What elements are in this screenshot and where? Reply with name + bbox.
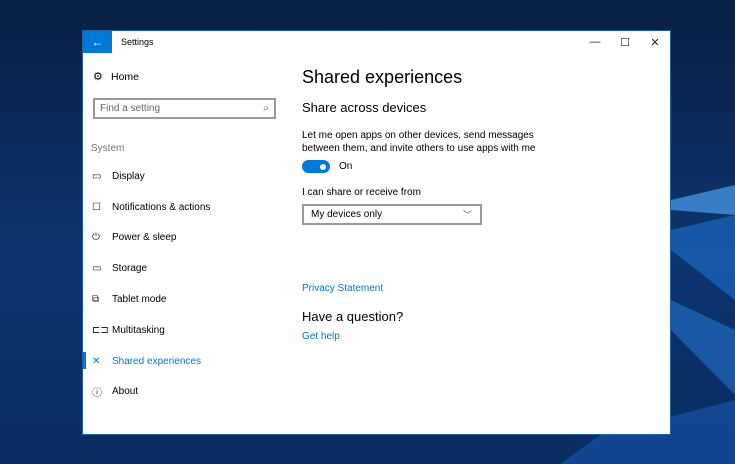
title-bar: ← Settings — ☐ ✕: [83, 31, 670, 53]
sidebar-item-multitasking[interactable]: ⊏⊐ Multitasking: [83, 315, 293, 346]
item-label: About: [112, 386, 139, 398]
sidebar-item-about[interactable]: ⓘ About: [83, 377, 293, 408]
nav-list: ▭ Display ☐ Notifications & actions ⏻ Power…: [83, 161, 293, 407]
toggle-state: On: [339, 161, 353, 172]
drive-icon: ▭: [92, 263, 102, 275]
home-link[interactable]: ⚙ Home: [93, 70, 140, 84]
section-title: Share across devices: [302, 100, 427, 115]
item-label: Tablet mode: [112, 294, 167, 306]
sidebar-item-display[interactable]: ▭ Display: [83, 161, 293, 192]
share-label: I can share or receive from: [302, 187, 421, 198]
item-label: Notifications & actions: [112, 201, 211, 213]
search-icon: ⌕: [263, 103, 269, 114]
sidebar-item-notifications[interactable]: ☐ Notifications & actions: [83, 192, 293, 223]
multitask-icon: ⊏⊐: [92, 324, 109, 336]
search-placeholder: Find a setting: [100, 103, 161, 114]
sidebar-item-shared-experiences[interactable]: ✕ Shared experiences: [83, 346, 293, 377]
search-input[interactable]: Find a setting ⌕: [93, 98, 276, 119]
home-label: Home: [111, 70, 140, 83]
monitor-icon: ▭: [92, 170, 102, 182]
share-toggle[interactable]: On: [302, 160, 352, 173]
sidebar-item-power[interactable]: ⏻ Power & sleep: [83, 223, 293, 254]
close-button[interactable]: ✕: [640, 31, 670, 53]
info-icon: ⓘ: [92, 388, 102, 400]
gear-icon: ⚙: [93, 71, 103, 83]
window-title: Settings: [121, 37, 154, 47]
question-heading: Have a question?: [302, 309, 404, 324]
back-button[interactable]: ←: [83, 31, 112, 53]
page-title: Shared experiences: [302, 67, 463, 87]
item-label: Display: [112, 170, 145, 182]
sidebar-item-storage[interactable]: ▭ Storage: [83, 253, 293, 284]
power-icon: ⏻: [92, 232, 100, 244]
item-label: Storage: [112, 263, 148, 275]
minimize-button[interactable]: —: [580, 31, 610, 53]
toggle-switch[interactable]: [302, 160, 330, 173]
description: Let me open apps on other devices, send …: [302, 130, 536, 154]
maximize-button[interactable]: ☐: [610, 31, 640, 53]
share-icon: ✕: [92, 355, 101, 367]
section-heading: System: [91, 143, 125, 154]
item-label: Power & sleep: [112, 232, 177, 244]
speech-bubble-icon: ☐: [92, 201, 101, 213]
sidebar-item-tablet-mode[interactable]: ⧉ Tablet mode: [83, 284, 293, 315]
share-dropdown[interactable]: My devices only ﹀: [302, 204, 482, 225]
dropdown-value: My devices only: [311, 209, 383, 220]
settings-window: ← Settings — ☐ ✕ ⚙ Home Find a setting ⌕ S…: [82, 30, 671, 435]
arrow-left-icon: ←: [91, 35, 104, 49]
item-label: Multitasking: [112, 324, 165, 336]
privacy-statement-link[interactable]: Privacy Statement: [302, 283, 383, 294]
tablet-icon: ⧉: [92, 294, 100, 306]
chevron-down-icon: ﹀: [462, 210, 472, 220]
get-help-link[interactable]: Get help: [302, 331, 340, 342]
item-label: Shared experiences: [112, 355, 201, 367]
